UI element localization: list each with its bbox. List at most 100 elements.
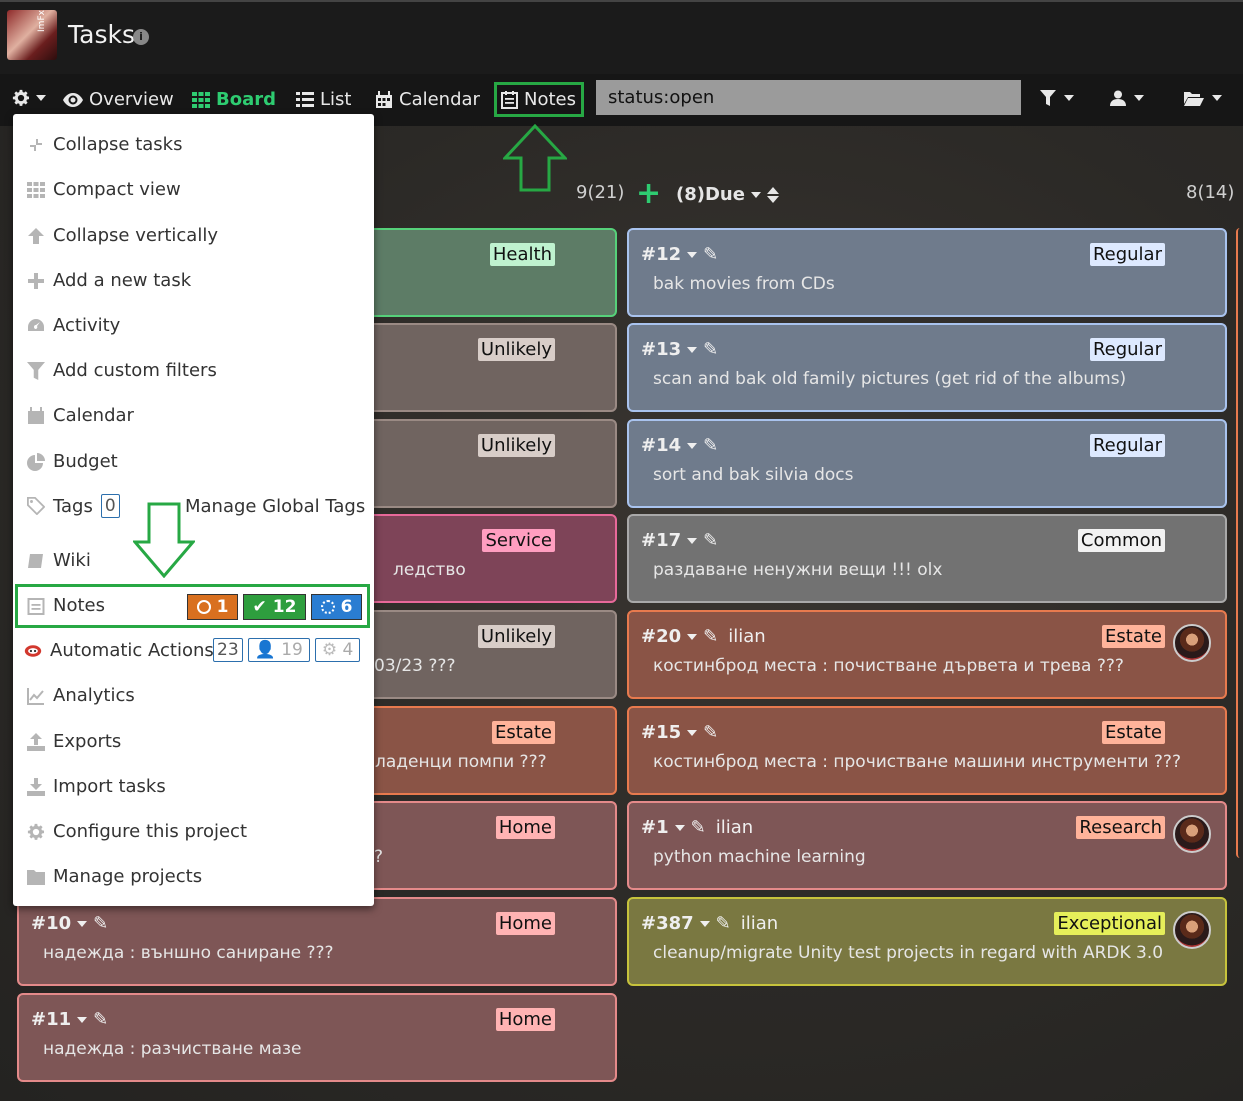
task-card[interactable]: #17 ✎ Common раздаване ненужни вещи !!! o… [627,514,1227,603]
tab-board[interactable]: Board [192,89,276,110]
notes-done-badge[interactable]: ✔ 12 [243,594,306,620]
chevron-down-icon[interactable] [77,920,88,927]
menu-item-automatic-actions[interactable]: Automatic Actions [24,640,214,661]
category-tag[interactable]: Estate [1102,625,1165,648]
category-tag[interactable]: Estate [1102,721,1165,744]
notes-progress-badge[interactable]: 6 [311,594,362,620]
task-title[interactable]: надежда : разчистване мазе [43,1039,302,1059]
task-card[interactable]: #20 ✎ ilian Estate костинброд места : почи… [627,610,1227,699]
task-title[interactable]: ладенци помпи ??? [375,752,547,772]
menu-item-configure-project[interactable]: Configure this project [27,821,247,842]
task-card[interactable]: #13 ✎ Regular scan and bak old family pic… [627,323,1227,412]
task-title[interactable]: bak movies from CDs [653,274,835,294]
task-card[interactable]: #10 ✎ Home надежда : външно саниране ??? [17,897,617,986]
menu-item-collapse-tasks[interactable]: Collapse tasks [27,134,182,155]
edit-icon[interactable]: ✎ [93,913,108,934]
edit-icon[interactable]: ✎ [93,1009,108,1030]
tab-list[interactable]: List [296,89,351,110]
task-card[interactable]: #12 ✎ Regular bak movies from CDs [627,228,1227,317]
task-id[interactable]: #20 ✎ ilian [641,626,766,647]
search-filter-input[interactable] [596,80,1021,115]
task-title[interactable]: костинброд места : почистване дървета и … [653,656,1124,676]
chevron-down-icon[interactable] [687,729,698,736]
edit-icon[interactable]: ✎ [716,913,731,934]
edit-icon[interactable]: ✎ [691,817,706,838]
menu-item-activity[interactable]: Activity [27,315,120,336]
menu-item-calendar[interactable]: Calendar [27,405,134,426]
menu-item-add-task[interactable]: Add a new task [27,270,191,291]
edit-icon[interactable]: ✎ [703,626,718,647]
menu-item-analytics[interactable]: Analytics [27,685,135,706]
task-title[interactable]: ? [374,847,383,867]
edit-icon[interactable]: ✎ [703,722,718,743]
category-tag[interactable]: Unlikely [477,625,555,648]
task-card[interactable]: #15 ✎ Estate костинброд места : прочиства… [627,706,1227,795]
due-column-title[interactable]: (8)Due [676,184,779,205]
category-tag[interactable]: Regular [1089,338,1165,361]
category-tag[interactable]: Service [482,529,555,552]
category-tag[interactable]: Unlikely [477,434,555,457]
edit-icon[interactable]: ✎ [703,530,718,551]
menu-item-tags[interactable]: Tags 0 [27,494,120,518]
category-tag[interactable]: Exceptional [1054,912,1165,935]
task-title[interactable]: sort and bak silvia docs [653,465,853,485]
chevron-down-icon[interactable] [77,1016,88,1023]
project-dropdown[interactable] [1184,90,1222,106]
task-title[interactable]: 03/23 ??? [374,656,455,676]
category-tag[interactable]: Unlikely [477,338,555,361]
chevron-down-icon[interactable] [687,442,698,449]
task-id[interactable]: #12 ✎ [641,244,718,265]
task-id[interactable]: #15 ✎ [641,722,718,743]
manage-global-tags-link[interactable]: Manage Global Tags [185,496,365,517]
task-card[interactable]: #1 ✎ ilian Research python machine learnin… [627,801,1227,890]
menu-item-add-custom-filters[interactable]: Add custom filters [27,360,217,381]
tab-calendar[interactable]: Calendar [375,89,480,110]
category-tag[interactable]: Home [495,912,555,935]
chevron-down-icon[interactable] [687,251,698,258]
edit-icon[interactable]: ✎ [703,339,718,360]
task-title[interactable]: костинброд места : прочистване машини ин… [653,752,1181,772]
task-id[interactable]: #17 ✎ [641,530,718,551]
category-tag[interactable]: Home [495,816,555,839]
task-title[interactable]: python machine learning [653,847,866,867]
task-id[interactable]: #13 ✎ [641,339,718,360]
task-card[interactable]: #11 ✎ Home надежда : разчистване мазе [17,993,617,1082]
menu-item-notes[interactable]: Notes [27,595,105,616]
category-tag[interactable]: Health [489,243,555,266]
chevron-down-icon[interactable] [699,920,710,927]
edit-icon[interactable]: ✎ [703,244,718,265]
task-id[interactable]: #10 ✎ [31,913,108,934]
user-dropdown[interactable] [1110,90,1144,106]
edit-icon[interactable]: ✎ [703,435,718,456]
menu-item-import-tasks[interactable]: Import tasks [27,776,166,797]
task-title[interactable]: ледство [393,560,466,580]
task-id[interactable]: #387 ✎ ilian [641,913,778,934]
task-id[interactable]: #1 ✎ ilian [641,817,753,838]
task-title[interactable]: scan and bak old family pictures (get ri… [653,369,1126,389]
app-logo[interactable]: ImFx [7,10,57,60]
chevron-down-icon[interactable] [687,346,698,353]
menu-item-manage-projects[interactable]: Manage projects [27,866,202,887]
chevron-down-icon[interactable] [674,824,685,831]
category-tag[interactable]: Estate [492,721,555,744]
settings-menu-toggle[interactable] [12,89,46,107]
tab-overview[interactable]: Overview [63,89,174,110]
info-icon[interactable]: i [133,29,149,45]
menu-item-wiki[interactable]: Wiki [27,550,91,571]
notes-open-badge[interactable]: 1 [187,594,238,620]
task-card[interactable]: #387 ✎ ilian Exceptional cleanup/migrate U… [627,897,1227,986]
category-tag[interactable]: Regular [1089,243,1165,266]
chevron-down-icon[interactable] [687,537,698,544]
category-tag[interactable]: Home [495,1008,555,1031]
menu-item-exports[interactable]: Exports [27,731,121,752]
filter-dropdown[interactable] [1040,90,1074,106]
chevron-down-icon[interactable] [687,633,698,640]
task-title[interactable]: раздаване ненужни вещи !!! olx [653,560,942,580]
category-tag[interactable]: Common [1077,529,1165,552]
menu-item-budget[interactable]: Budget [27,451,118,472]
task-id[interactable]: #11 ✎ [31,1009,108,1030]
task-title[interactable]: надежда : външно саниране ??? [43,943,334,963]
menu-item-compact-view[interactable]: Compact view [27,179,181,200]
add-task-plus-icon[interactable]: + [636,176,661,211]
task-card[interactable]: #14 ✎ Regular sort and bak silvia docs [627,419,1227,508]
